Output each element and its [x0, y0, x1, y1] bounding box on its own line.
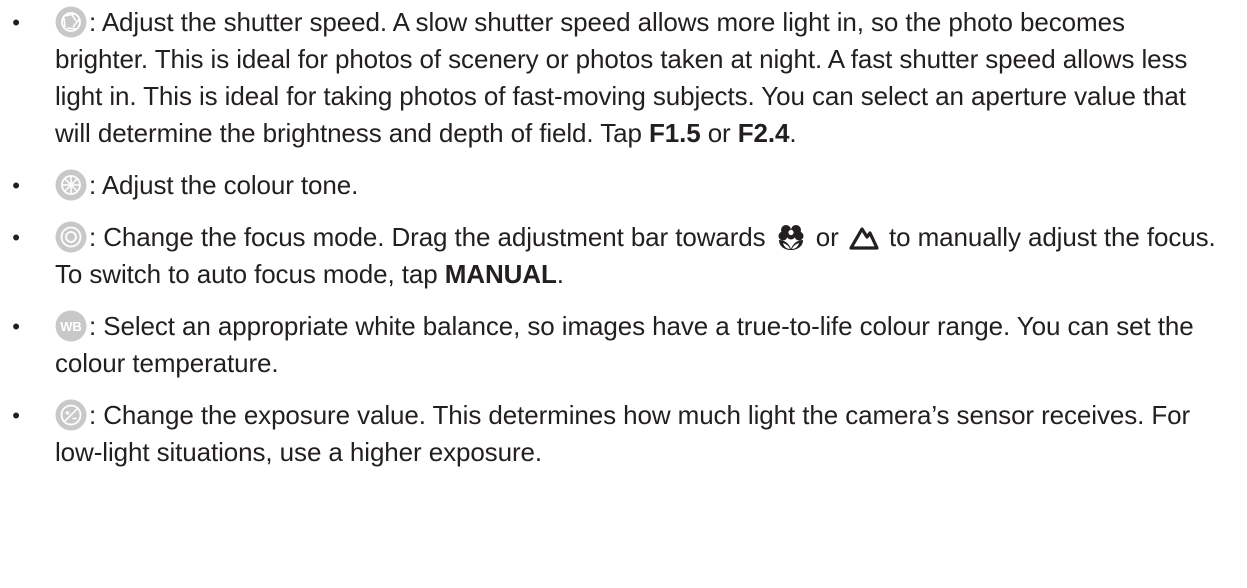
list-item-focus-mode: • : Change the focus mode. Drag the adju… — [0, 219, 1217, 293]
focus-mode-icon — [55, 221, 87, 253]
list-item-shutter-speed: • : Adjust the shutter speed. A slow shu… — [0, 4, 1217, 152]
item-text: . — [789, 118, 797, 148]
item-text: : Adjust the shutter speed. A slow shutt… — [55, 7, 1188, 148]
bullet-dot: • — [12, 403, 20, 428]
list-item-exposure: • : Change the exposure value. This dete… — [0, 397, 1217, 471]
shutter-speed-icon — [55, 6, 87, 38]
list-item-colour-tone: • : Adjust the colour tone. — [0, 167, 1217, 204]
list-item-white-balance: • WB : Select an appropriate white balan… — [0, 308, 1217, 382]
camera-settings-list: • : Adjust the shutter speed. A slow shu… — [0, 4, 1217, 471]
item-text: or — [808, 222, 846, 252]
bullet-dot: • — [12, 314, 20, 339]
exposure-icon — [55, 399, 87, 431]
aperture-value-f24: F2.4 — [737, 118, 790, 148]
item-text: : Adjust the colour tone. — [89, 170, 359, 200]
item-text: or — [700, 118, 738, 148]
landscape-mountain-icon — [849, 223, 879, 251]
macro-flower-icon — [776, 223, 806, 251]
item-text: . — [556, 259, 564, 289]
white-balance-icon: WB — [55, 310, 87, 342]
item-text: : Change the exposure value. This determ… — [55, 400, 1191, 467]
item-text: : Select an appropriate white balance, s… — [55, 311, 1194, 378]
item-text: : Change the focus mode. Drag the adjust… — [89, 222, 773, 252]
white-balance-icon-text: WB — [60, 319, 81, 334]
manual-page: • : Adjust the shutter speed. A slow shu… — [0, 0, 1247, 588]
bullet-dot: • — [12, 10, 20, 35]
colour-tone-icon — [55, 169, 87, 201]
bullet-dot: • — [12, 173, 20, 198]
bullet-dot: • — [12, 225, 20, 250]
manual-button-label: MANUAL — [444, 259, 557, 289]
aperture-value-f15: F1.5 — [648, 118, 701, 148]
